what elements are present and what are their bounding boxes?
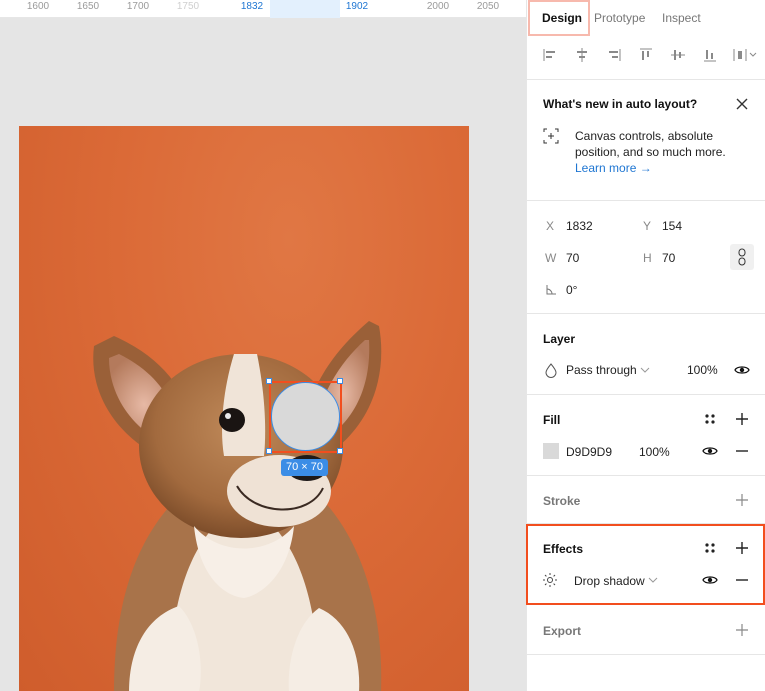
- fill-title: Fill: [543, 413, 561, 427]
- selected-ellipse[interactable]: [271, 382, 340, 451]
- add-export-icon[interactable]: [734, 622, 750, 638]
- h-label: H: [643, 251, 652, 265]
- whats-new-body-line2: position, and so much more.: [575, 145, 726, 159]
- eye-icon[interactable]: [734, 362, 750, 378]
- ruler-tick-selection-start: 1832: [240, 1, 264, 12]
- align-bottom-icon[interactable]: [702, 47, 718, 63]
- ruler-tick: 1600: [26, 1, 50, 12]
- align-vertical-center-icon[interactable]: [670, 47, 686, 63]
- export-title: Export: [543, 624, 582, 638]
- resize-handle-top-right[interactable]: [337, 378, 343, 384]
- resize-handle-top-left[interactable]: [266, 378, 272, 384]
- stroke-section: Stroke: [527, 476, 765, 524]
- stroke-title: Stroke: [543, 494, 581, 508]
- tab-prototype[interactable]: Prototype: [594, 11, 645, 25]
- ruler-tick: 2000: [426, 1, 450, 12]
- layer-section: Layer Pass through 100%: [527, 314, 765, 395]
- rotation-input[interactable]: 0°: [566, 283, 577, 297]
- puppy-illustration: [93, 321, 382, 691]
- export-section: Export: [527, 605, 765, 655]
- fill-section: Fill D9D9D9 100%: [527, 395, 765, 476]
- auto-layout-canvas-icon: [543, 128, 559, 144]
- fill-color-swatch[interactable]: [543, 443, 559, 459]
- panel-tabs: Design Prototype Inspect: [527, 0, 765, 38]
- ruler-selection-highlight: [270, 0, 340, 18]
- fill-hex-input[interactable]: D9D9D9: [566, 445, 612, 459]
- constrain-proportions-button[interactable]: [730, 244, 754, 270]
- remove-fill-icon[interactable]: [734, 443, 750, 459]
- resize-handle-bottom-right[interactable]: [337, 448, 343, 454]
- effects-section-highlight: [526, 524, 765, 605]
- link-icon: [738, 248, 746, 266]
- learn-more-link[interactable]: Learn more →: [575, 161, 652, 175]
- style-grid-icon[interactable]: [702, 411, 718, 427]
- add-fill-icon[interactable]: [734, 411, 750, 427]
- close-icon[interactable]: [734, 96, 750, 112]
- tab-inspect[interactable]: Inspect: [662, 11, 701, 25]
- ruler-tick: 1650: [76, 1, 100, 12]
- layer-opacity-input[interactable]: 100%: [687, 363, 718, 377]
- blend-mode-drop-icon: [545, 363, 557, 378]
- align-top-icon[interactable]: [638, 47, 654, 63]
- y-input[interactable]: 154: [662, 219, 682, 233]
- y-label: Y: [643, 219, 652, 233]
- align-left-icon[interactable]: [542, 47, 558, 63]
- add-stroke-icon[interactable]: [734, 492, 750, 508]
- chevron-down-icon[interactable]: [637, 362, 653, 378]
- ruler-tick: 1750: [176, 1, 200, 12]
- height-input[interactable]: 70: [662, 251, 675, 265]
- ruler-tick-selection-end: 1902: [345, 1, 369, 12]
- ruler-tick: 2050: [476, 1, 500, 12]
- layer-title: Layer: [543, 332, 576, 346]
- rotation-icon: [546, 285, 556, 295]
- puppy-photo-frame[interactable]: [19, 126, 469, 691]
- ruler-tick: 1700: [126, 1, 150, 12]
- eye-icon[interactable]: [702, 443, 718, 459]
- distribute-dropdown-icon[interactable]: [732, 47, 758, 63]
- align-right-icon[interactable]: [606, 47, 622, 63]
- canvas[interactable]: 1600 1650 1700 1750 1832 1902 2000 2050: [0, 0, 526, 691]
- tab-design[interactable]: Design: [542, 11, 582, 25]
- whats-new-section: What's new in auto layout? Canvas contro…: [527, 81, 765, 201]
- width-input[interactable]: 70: [566, 251, 579, 265]
- fill-opacity-input[interactable]: 100%: [639, 445, 670, 459]
- resize-handle-bottom-left[interactable]: [266, 448, 272, 454]
- dimension-tag: 70 × 70: [281, 459, 329, 476]
- blend-mode-select[interactable]: Pass through: [566, 363, 637, 377]
- whats-new-title: What's new in auto layout?: [543, 97, 698, 111]
- whats-new-body-line1: Canvas controls, absolute: [575, 129, 714, 143]
- w-label: W: [545, 251, 557, 265]
- align-horizontal-center-icon[interactable]: [574, 47, 590, 63]
- position-section: X 1832 Y 154 W 70 H 70 0°: [527, 201, 765, 314]
- x-input[interactable]: 1832: [566, 219, 593, 233]
- top-ruler: 1600 1650 1700 1750 1832 1902 2000 2050: [0, 0, 526, 18]
- x-label: X: [546, 219, 555, 233]
